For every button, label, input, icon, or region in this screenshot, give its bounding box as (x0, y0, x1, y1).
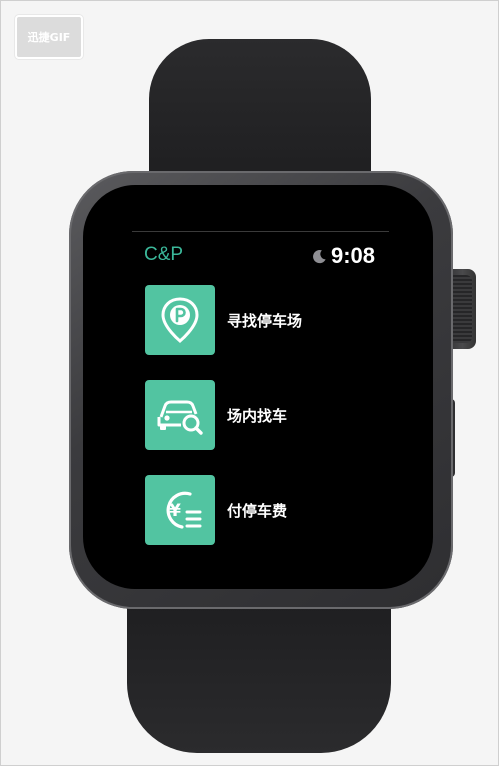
menu-item-find-car[interactable]: 场内找车 (145, 380, 365, 450)
yuan-payment-icon: ¥ (145, 475, 215, 545)
menu-item-label: 付停车费 (227, 501, 288, 520)
moon-icon (313, 249, 326, 263)
status-divider (132, 231, 389, 232)
menu-item-label: 寻找停车场 (227, 311, 303, 330)
svg-text:¥: ¥ (169, 501, 181, 521)
app-name: C&P (144, 244, 184, 265)
car-search-icon (145, 380, 215, 450)
parking-location-icon (145, 285, 215, 355)
watermark-logo: 迅捷GIF (15, 15, 83, 59)
menu-item-label: 场内找车 (227, 406, 288, 425)
status-clock: 9:08 (312, 243, 375, 269)
screenshot-frame: 迅捷GIF C&P 9:08 寻找停车场 场内找车 ¥ 付停车费 (0, 0, 499, 766)
watermark-label: 迅捷GIF (27, 31, 71, 44)
menu-item-pay-parking[interactable]: ¥ 付停车费 (145, 475, 365, 545)
watch-screen: C&P 9:08 寻找停车场 场内找车 ¥ 付停车费 (132, 231, 389, 551)
menu-item-find-parking[interactable]: 寻找停车场 (145, 285, 365, 355)
time-display: 9:08 (330, 243, 375, 268)
